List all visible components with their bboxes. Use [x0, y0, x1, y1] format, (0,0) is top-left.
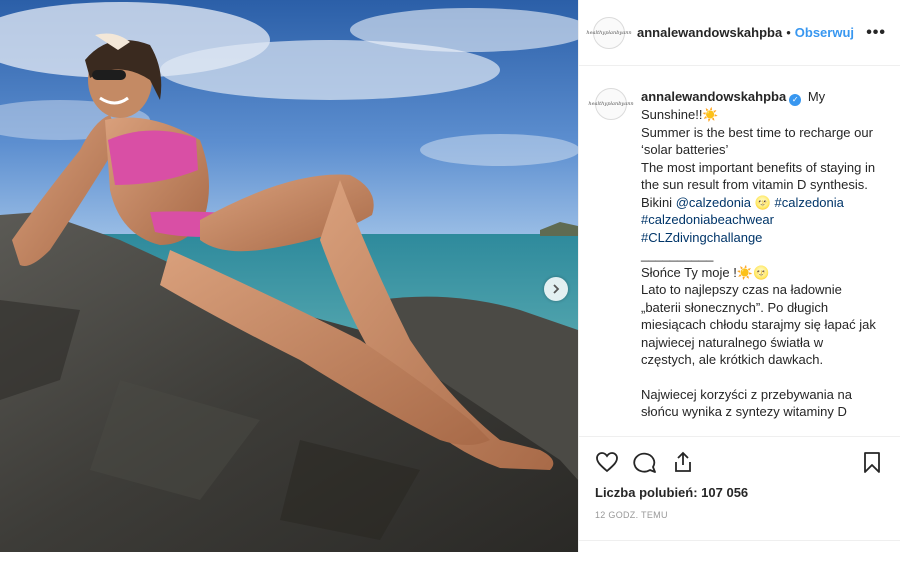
verified-badge-icon: ✓: [789, 94, 802, 106]
caption-divider: __________: [641, 247, 714, 262]
hashtag-link[interactable]: #calzedonia: [774, 195, 843, 210]
avatar[interactable]: healthyplanbyann: [586, 16, 632, 49]
share-icon[interactable]: [671, 450, 695, 474]
caption-pl-title: Słońce Ty moje !☀️🌝: [641, 264, 770, 280]
follow-button[interactable]: Obserwuj: [795, 25, 854, 40]
post-sidebar: healthyplanbyann annalewandowskahpba • O…: [578, 0, 900, 552]
avatar-logo-text: healthyplanbyann: [586, 29, 632, 36]
post-photo[interactable]: [0, 0, 578, 552]
caption-pl-body: Lato to najlepszy czas na ładownie „bate…: [641, 282, 876, 367]
caption-bikini-line: Bikini @calzedonia 🌝 #calzedonia: [641, 194, 876, 212]
caption-avatar[interactable]: healthyplanbyann: [588, 88, 634, 120]
caption-row: healthyplanbyann annalewandowskahpba ✓ My…: [588, 88, 884, 421]
separator-dot: •: [786, 25, 791, 40]
caption-emoji: 🌝: [751, 194, 771, 210]
mention-link[interactable]: @calzedonia: [676, 195, 751, 210]
add-comment-area[interactable]: [579, 540, 900, 561]
caption-line-3: The most important benefits of staying i…: [641, 159, 876, 193]
action-icons: [595, 447, 884, 477]
chevron-right-icon: [553, 284, 560, 294]
caption-text: annalewandowskahpba ✓ My Sunshine!!☀️ Sum…: [641, 88, 876, 421]
next-photo-button[interactable]: [544, 277, 568, 301]
likes-count[interactable]: Liczba polubień: 107 056: [595, 485, 884, 500]
caption-line-2: Summer is the best time to recharge our …: [641, 124, 873, 158]
caption-pl-more: Najwiecej korzyści z przebywania na słoń…: [641, 386, 852, 420]
bikini-prefix: Bikini: [641, 194, 676, 210]
beach-photo: [0, 0, 578, 552]
more-options-button[interactable]: •••: [866, 24, 886, 42]
caption-username[interactable]: annalewandowskahpba: [641, 89, 786, 104]
post-header: healthyplanbyann annalewandowskahpba • O…: [579, 0, 900, 66]
heart-icon[interactable]: [595, 450, 619, 474]
caption-avatar-text: healthyplanbyann: [588, 101, 634, 107]
bookmark-icon[interactable]: [860, 450, 884, 474]
hashtag-link[interactable]: #CLZdivingchallange: [641, 229, 876, 247]
post-username[interactable]: annalewandowskahpba: [637, 25, 782, 40]
hashtag-link[interactable]: #calzedoniabeachwear: [641, 211, 876, 229]
comment-icon[interactable]: [633, 450, 657, 474]
post-timestamp[interactable]: 12 GODZ. TEMU: [595, 510, 884, 520]
caption-area: healthyplanbyann annalewandowskahpba ✓ My…: [579, 66, 900, 436]
action-bar: Liczba polubień: 107 056 12 GODZ. TEMU: [579, 436, 900, 520]
